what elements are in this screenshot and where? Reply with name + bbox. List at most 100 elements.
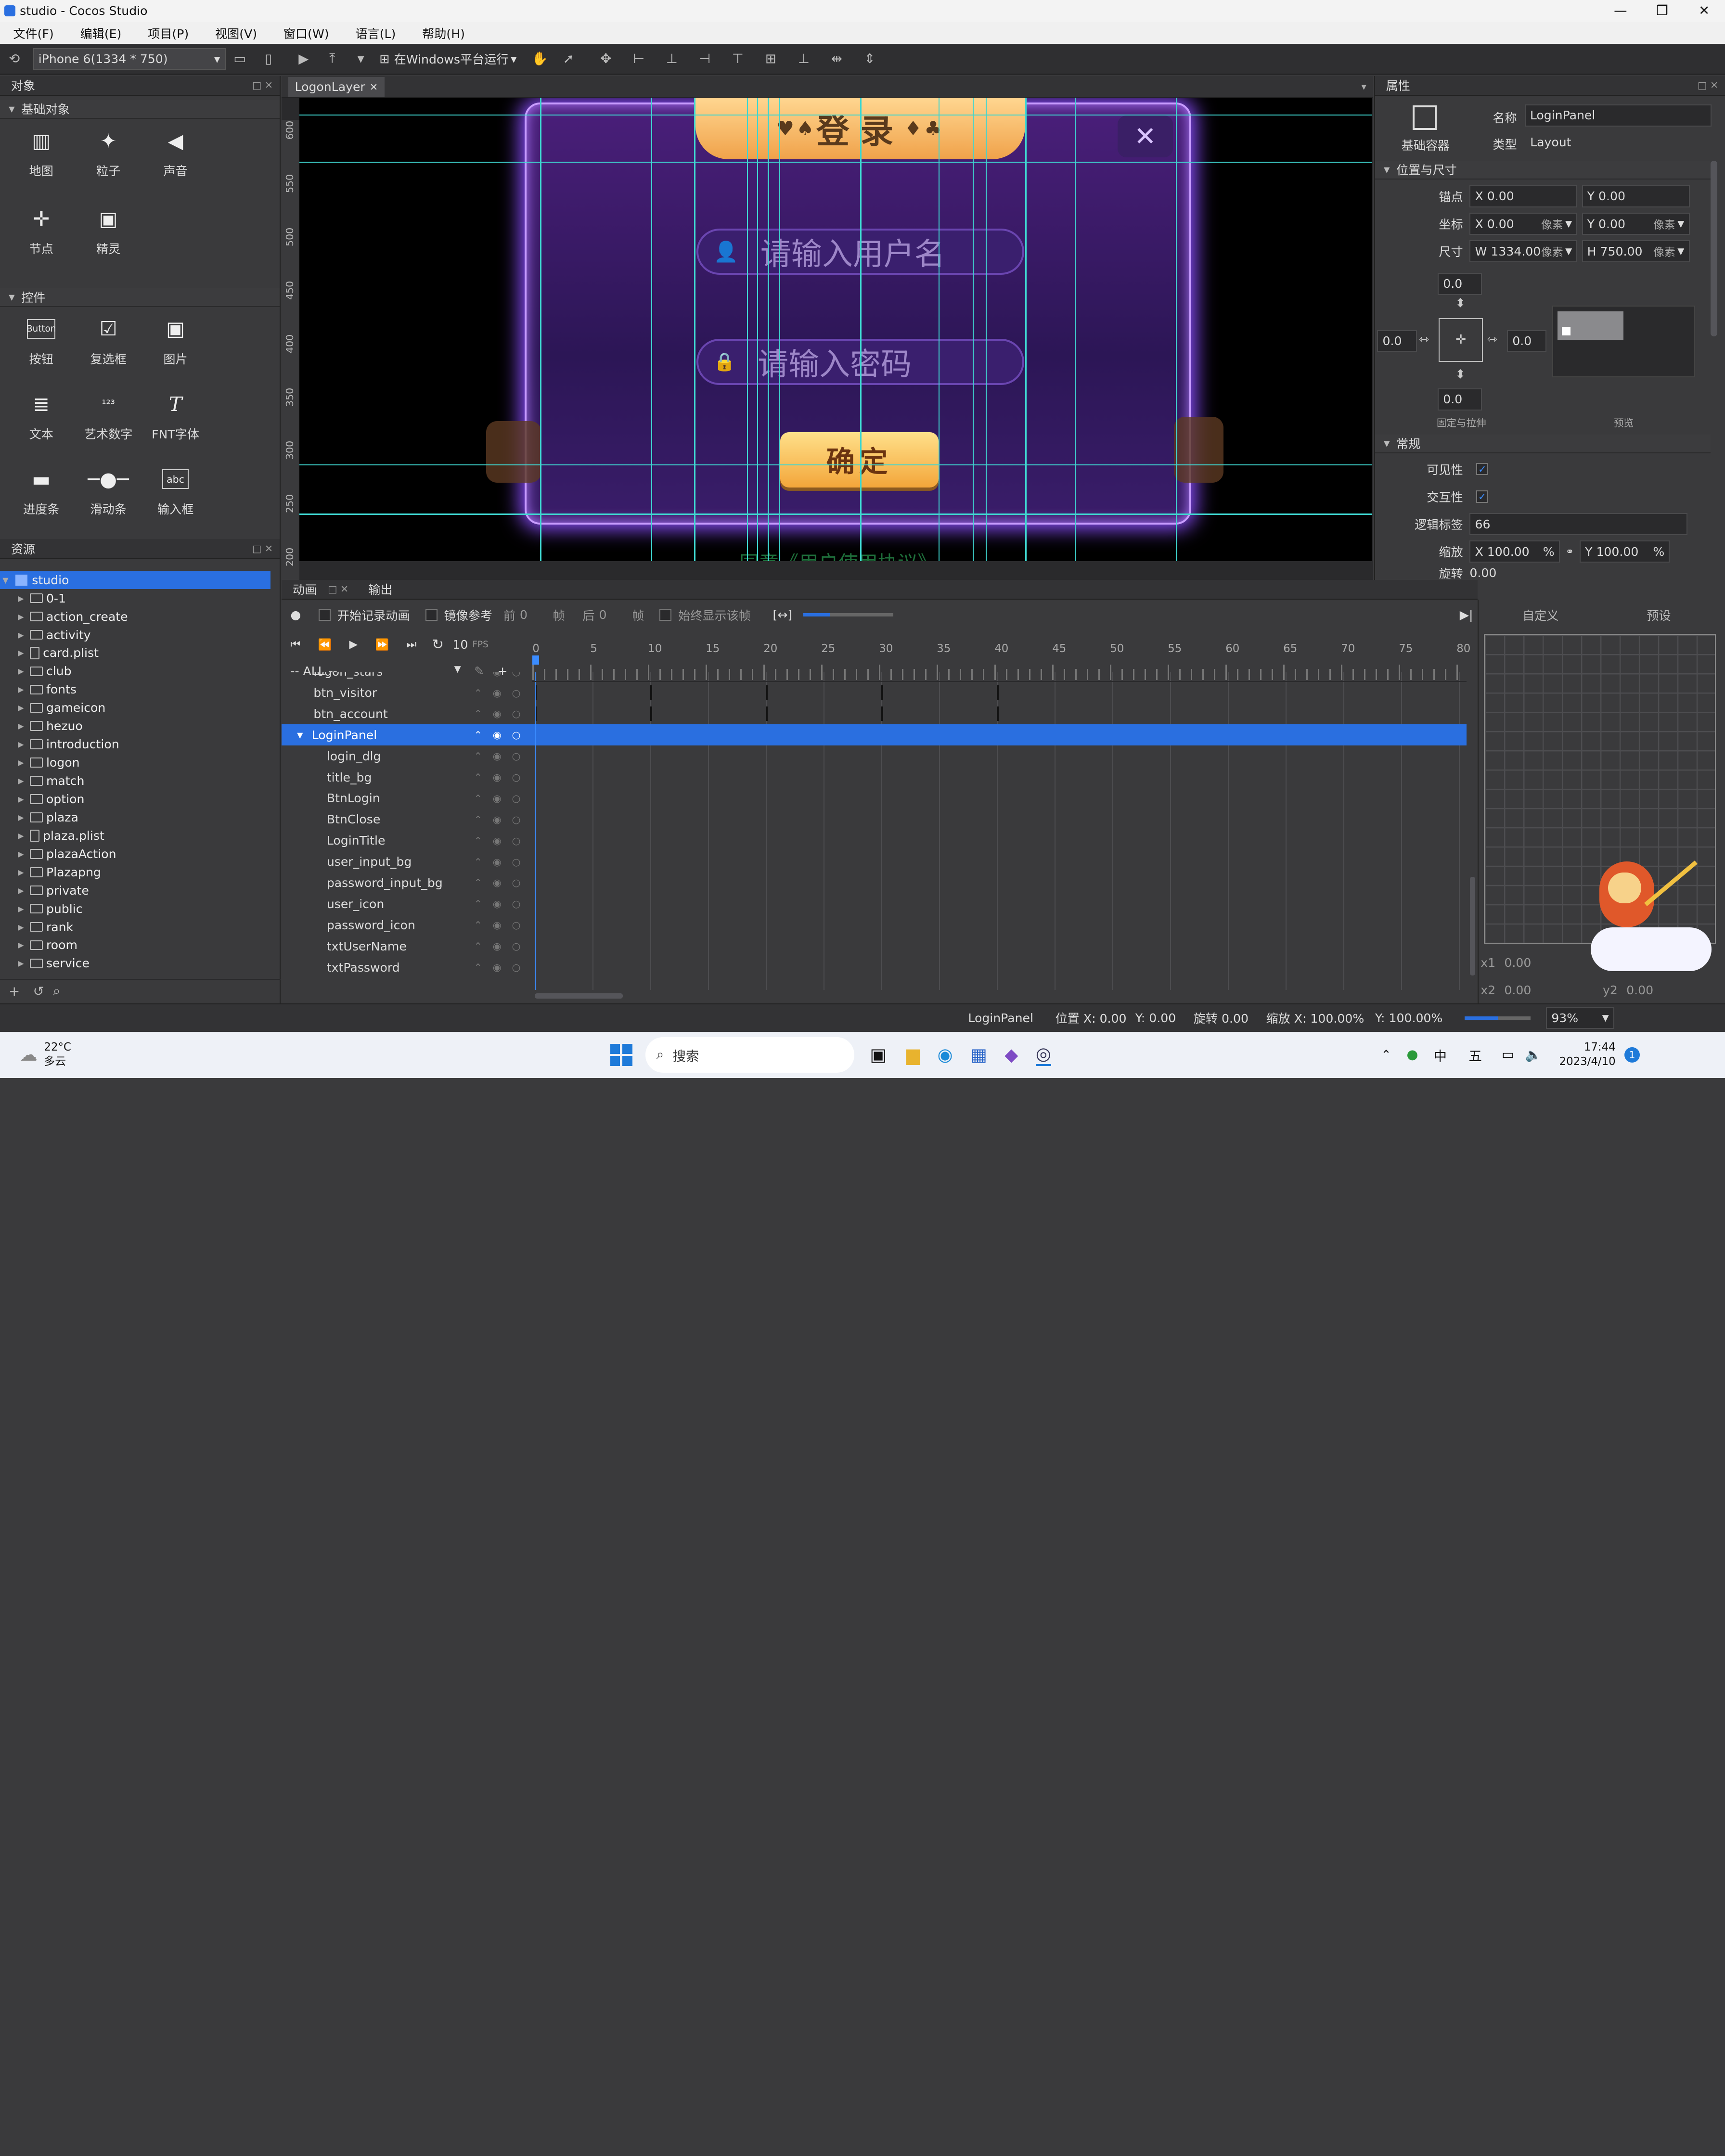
portrait-icon[interactable]: ▯ — [257, 47, 281, 71]
next-value[interactable]: 0 — [599, 608, 632, 622]
lock-icon[interactable]: ⌃ — [474, 771, 482, 783]
section-position-size[interactable]: 位置与尺寸 — [1375, 160, 1711, 180]
tree-item[interactable]: ▶ 0-1 — [15, 589, 270, 607]
align-bottom-icon[interactable]: ⊥ — [792, 47, 816, 71]
expand-icon[interactable]: ▶ — [15, 612, 26, 621]
timeline-hscrollbar[interactable] — [534, 993, 623, 999]
keyframe-marker[interactable] — [650, 685, 653, 700]
menu-edit[interactable]: 编辑(E) — [80, 25, 122, 42]
expand-icon[interactable]: ▶ — [15, 849, 26, 859]
lock-icon[interactable]: ⌃ — [474, 856, 482, 868]
chevron-down-icon[interactable]: ▼ — [1565, 219, 1572, 229]
pin-bottom-icon[interactable]: ⬍ — [1455, 367, 1466, 381]
dot-icon[interactable]: ○ — [512, 687, 521, 699]
eye-icon[interactable]: ◉ — [493, 687, 502, 699]
eye-icon[interactable]: ◉ — [493, 877, 502, 888]
refresh-icon[interactable]: ↺ — [33, 984, 44, 999]
weather-widget[interactable]: ☁ 22°C 多云 — [20, 1040, 71, 1069]
tree-item[interactable]: ▶ introduction — [15, 735, 270, 754]
playhead[interactable] — [532, 655, 539, 665]
distribute-v-icon[interactable]: ⇕ — [858, 47, 882, 71]
eye-icon[interactable]: ◉ — [493, 708, 502, 719]
object-audio[interactable]: ◀ 声音 — [142, 126, 209, 197]
tree-item[interactable]: ▶ fonts — [15, 680, 270, 699]
align-middle-icon[interactable]: ⊞ — [759, 47, 783, 71]
margin-top-field[interactable]: 0.0 — [1438, 272, 1482, 295]
last-frame-icon[interactable]: ⏭ — [407, 638, 417, 651]
lock-icon[interactable]: ⌃ — [474, 898, 482, 910]
zoom-select[interactable]: 93% ▼ — [1546, 1007, 1614, 1029]
pin-left-icon[interactable]: ⇿ — [1419, 332, 1429, 346]
tab-animation[interactable]: 动画 — [293, 580, 317, 598]
align-right-icon[interactable]: ⊣ — [693, 47, 717, 71]
maximize-button[interactable]: ❐ — [1641, 0, 1683, 22]
expand-icon[interactable]: ▼ — [297, 731, 303, 740]
visualstudio-icon[interactable]: ◆ — [1004, 1044, 1018, 1065]
object-particle[interactable]: ✦ 粒子 — [75, 126, 142, 197]
tray-chevron-icon[interactable]: ⌃ — [1381, 1048, 1391, 1062]
x1-value[interactable]: 0.00 — [1504, 956, 1531, 970]
lock-icon[interactable]: ⌃ — [474, 962, 482, 973]
timeline-row[interactable]: txtPassword ⌃ ◉ ○ — [282, 957, 1467, 978]
start-icon[interactable] — [610, 1044, 632, 1066]
expand-icon[interactable]: ▶ — [15, 721, 26, 731]
margin-right-field[interactable]: 0.0 — [1507, 330, 1547, 352]
anchor-x-field[interactable]: X 0.00 — [1469, 185, 1578, 207]
expand-icon[interactable]: ▶ — [15, 685, 26, 694]
keyframe-marker[interactable] — [881, 706, 884, 721]
collapse-right-icon[interactable]: ▶| — [1460, 608, 1473, 622]
align-left-icon[interactable]: ⊢ — [627, 47, 651, 71]
eye-icon[interactable]: ◉ — [493, 793, 502, 804]
tag-field[interactable]: 66 — [1469, 513, 1687, 535]
expand-icon[interactable]: ▶ — [15, 868, 26, 877]
eye-icon[interactable]: ◉ — [493, 962, 502, 973]
taskbar-search[interactable]: ⌕ 搜索 — [645, 1037, 855, 1073]
tree-item[interactable]: ▶ club — [15, 662, 270, 680]
dot-icon[interactable]: ○ — [512, 898, 521, 910]
run-platform-select[interactable]: ⊞ 在Windows平台运行 ▾ — [379, 50, 516, 67]
play-icon[interactable]: ▶ — [349, 638, 358, 651]
widget-button[interactable]: Button 按钮 — [8, 313, 75, 382]
tab-menu-icon[interactable]: ▾ — [1362, 81, 1366, 92]
expand-icon[interactable]: ▶ — [15, 940, 26, 950]
ime-mode[interactable]: 中 — [1433, 1045, 1446, 1065]
timeline-row[interactable]: ▼ LoginPanel ⌃ ◉ ○ — [282, 724, 1467, 746]
minimize-button[interactable]: — — [1599, 0, 1641, 22]
volume-icon[interactable]: 🔈 — [1525, 1047, 1542, 1063]
tree-item[interactable]: ▶ card.plist — [15, 644, 270, 662]
lock-icon[interactable]: ⌃ — [474, 877, 482, 888]
tab-custom[interactable]: 自定义 — [1522, 606, 1558, 624]
interactive-checkbox[interactable]: ✓ — [1476, 490, 1489, 503]
publish-icon[interactable]: ⤒ — [320, 47, 344, 71]
clock[interactable]: 17:44 2023/4/10 — [1559, 1040, 1616, 1069]
expand-icon[interactable]: ▶ — [15, 923, 26, 932]
widget-slider[interactable]: ─●─ 滑动条 — [75, 464, 142, 532]
widget-image[interactable]: ▣ 图片 — [142, 313, 209, 382]
dot-icon[interactable]: ○ — [512, 835, 521, 847]
record-icon[interactable]: ● — [290, 608, 301, 622]
expand-icon[interactable]: ▶ — [15, 831, 26, 840]
mirror-checkbox[interactable] — [425, 609, 438, 621]
keyframe-marker[interactable] — [996, 706, 999, 721]
expand-icon[interactable]: ▶ — [15, 703, 26, 712]
cocos-icon[interactable]: ◎ — [1035, 1043, 1051, 1066]
timeline-row[interactable]: BtnLogin ⌃ ◉ ○ — [282, 788, 1467, 809]
tree-item[interactable]: ▶ plaza.plist — [15, 826, 270, 845]
expand-icon[interactable]: ▶ — [15, 594, 26, 603]
lock-icon[interactable]: ⌃ — [474, 750, 482, 762]
tree-item[interactable]: ▼ studio — [0, 571, 271, 590]
add-icon[interactable]: + — [9, 984, 20, 999]
store-icon[interactable]: ▦ — [970, 1044, 987, 1065]
play-icon[interactable]: ▶ — [292, 47, 316, 71]
timeline-row[interactable]: password_input_bg ⌃ ◉ ○ — [282, 873, 1467, 894]
size-w-field[interactable]: W 1334.00 像素 ▼ — [1469, 240, 1578, 263]
device-rotate-icon[interactable]: ⟲ — [2, 47, 26, 71]
keyframe-marker[interactable] — [765, 685, 768, 700]
widget-textfield[interactable]: abc 输入框 — [142, 464, 209, 532]
widget-progress[interactable]: ▬ 进度条 — [8, 464, 75, 532]
align-top-icon[interactable]: ⊤ — [726, 47, 750, 71]
dot-icon[interactable]: ○ — [512, 919, 521, 931]
panel-buttons-icon[interactable]: □ ✕ — [328, 583, 348, 595]
fps-value[interactable]: 10 — [452, 638, 468, 652]
taskview-icon[interactable]: ▣ — [870, 1044, 887, 1065]
